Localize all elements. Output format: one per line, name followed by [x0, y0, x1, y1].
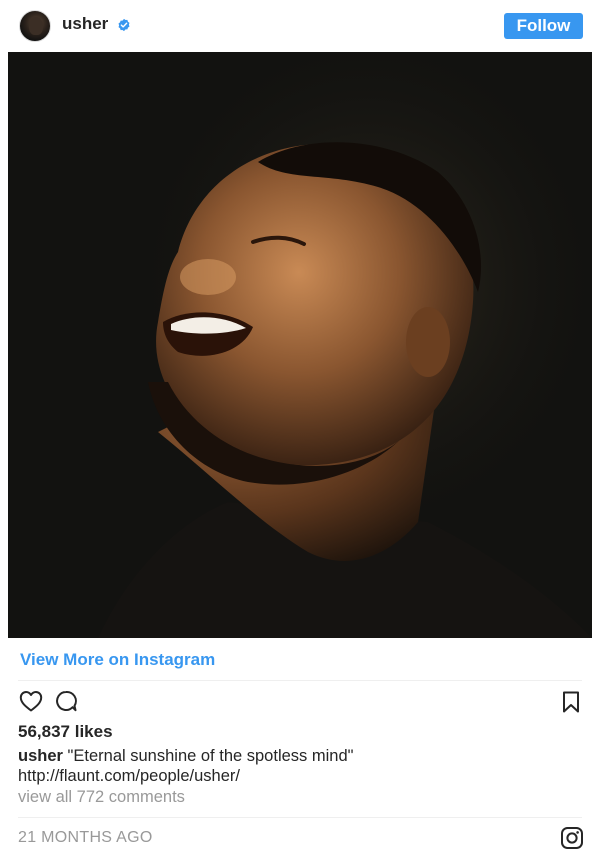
verified-badge-icon [118, 18, 130, 32]
instagram-logo-icon[interactable] [560, 826, 584, 850]
caption: usher "Eternal sunshine of the spotless … [18, 746, 578, 786]
bookmark-icon[interactable] [562, 691, 580, 713]
view-more-link[interactable]: View More on Instagram [20, 650, 215, 670]
username[interactable]: usher [62, 14, 108, 34]
post-header: usher Follow [0, 0, 602, 52]
view-all-comments-link[interactable]: view all 772 comments [18, 788, 185, 807]
avatar-figure [29, 17, 43, 35]
likes-count[interactable]: 56,837 likes [18, 722, 113, 742]
caption-link[interactable]: http://flaunt.com/people/usher/ [18, 767, 240, 785]
follow-button[interactable]: Follow [504, 13, 583, 39]
avatar[interactable] [19, 10, 51, 42]
post-photo[interactable] [8, 52, 592, 638]
portrait-illustration [8, 52, 592, 638]
post-timestamp: 21 MONTHS AGO [18, 829, 153, 846]
divider [18, 817, 582, 818]
caption-username[interactable]: usher [18, 747, 63, 765]
caption-text: "Eternal sunshine of the spotless mind" [67, 747, 354, 765]
heart-icon[interactable] [19, 690, 43, 712]
divider [18, 680, 582, 681]
comment-bubble-icon[interactable] [55, 690, 77, 712]
